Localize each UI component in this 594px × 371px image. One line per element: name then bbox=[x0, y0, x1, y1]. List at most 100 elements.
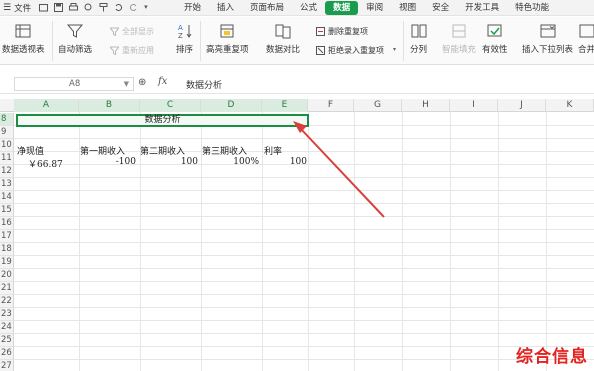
ribbon-tabs: 开始 插入 页面布局 公式 数据 审阅 视图 安全 开发工具 特色功能 bbox=[176, 0, 557, 16]
chevron-down-icon[interactable]: ▼ bbox=[124, 78, 129, 90]
cell-d10[interactable]: 第三期收入 bbox=[202, 144, 247, 157]
cell-b10[interactable]: 第一期收入 bbox=[80, 144, 125, 157]
pivot-table-button[interactable]: 数据透视表 bbox=[2, 23, 45, 55]
row-header-9[interactable]: 9 bbox=[0, 126, 14, 139]
save-icon[interactable] bbox=[54, 3, 64, 12]
cell-c11[interactable]: 100 bbox=[140, 157, 198, 167]
redo-icon[interactable] bbox=[129, 3, 138, 12]
autofilter-button[interactable]: 自动筛选 bbox=[58, 23, 92, 55]
grid-horizontal-line bbox=[14, 190, 594, 191]
column-header-k[interactable]: K bbox=[546, 99, 594, 112]
reject-duplicates-dropdown-icon[interactable]: ▾ bbox=[393, 46, 396, 53]
zoom-icon[interactable]: ⊕ bbox=[138, 77, 146, 88]
row-header-12[interactable]: 12 bbox=[0, 165, 14, 178]
formula-content[interactable]: 数据分析 bbox=[186, 78, 222, 91]
row-header-23[interactable]: 23 bbox=[0, 308, 14, 321]
tab-data[interactable]: 数据 bbox=[325, 1, 359, 15]
row-header-11[interactable]: 11 bbox=[0, 152, 14, 165]
sort-button[interactable]: AZ 排序 bbox=[176, 23, 193, 55]
column-header-f[interactable]: F bbox=[308, 99, 354, 112]
row-header-26[interactable]: 26 bbox=[0, 347, 14, 360]
row-header-24[interactable]: 24 bbox=[0, 321, 14, 334]
grid-horizontal-line bbox=[14, 229, 594, 230]
row-header-8[interactable]: 8 bbox=[0, 113, 14, 126]
row-header-20[interactable]: 20 bbox=[0, 269, 14, 282]
column-header-g[interactable]: G bbox=[354, 99, 402, 112]
data-compare-button[interactable]: 数据对比 bbox=[266, 23, 300, 55]
grid-horizontal-line bbox=[14, 177, 594, 178]
column-header-b[interactable]: B bbox=[79, 99, 140, 112]
tab-developer[interactable]: 开发工具 bbox=[457, 1, 507, 15]
row-header-19[interactable]: 19 bbox=[0, 256, 14, 269]
name-box[interactable]: A8 ▼ bbox=[14, 77, 134, 91]
row-header-13[interactable]: 13 bbox=[0, 178, 14, 191]
insert-dropdown-list-button[interactable]: 插入下拉列表 bbox=[522, 23, 573, 55]
tab-review[interactable]: 审阅 bbox=[358, 1, 391, 15]
column-header-d[interactable]: D bbox=[201, 99, 262, 112]
consolidate-icon bbox=[579, 24, 594, 38]
reject-duplicates-button[interactable]: 拒绝录入重复项 bbox=[316, 45, 384, 56]
cell-c10[interactable]: 第二期收入 bbox=[140, 144, 185, 157]
highlight-duplicates-button[interactable]: 高亮重复项 bbox=[206, 23, 249, 55]
row-header-14[interactable]: 14 bbox=[0, 191, 14, 204]
funnel-refresh-icon bbox=[110, 46, 119, 55]
row-header-18[interactable]: 18 bbox=[0, 243, 14, 256]
cell-a10[interactable]: 净现值 bbox=[17, 144, 44, 157]
split-column-button[interactable]: 分列 bbox=[410, 23, 427, 55]
reject-duplicates-icon bbox=[316, 46, 325, 55]
row-header-25[interactable]: 25 bbox=[0, 334, 14, 347]
column-header-j[interactable]: J bbox=[498, 99, 546, 112]
grid-horizontal-line bbox=[14, 346, 594, 347]
validity-button[interactable]: 有效性 bbox=[482, 23, 508, 55]
grid-horizontal-line bbox=[14, 216, 594, 217]
row-header-16[interactable]: 16 bbox=[0, 217, 14, 230]
row-header-17[interactable]: 17 bbox=[0, 230, 14, 243]
cell-d11[interactable]: 100% bbox=[200, 157, 259, 167]
row-header-22[interactable]: 22 bbox=[0, 295, 14, 308]
reapply-button[interactable]: 重新应用 bbox=[110, 45, 154, 56]
tab-home[interactable]: 开始 bbox=[176, 1, 209, 15]
format-painter-icon[interactable] bbox=[99, 3, 108, 12]
row-header-21[interactable]: 21 bbox=[0, 282, 14, 295]
tab-view[interactable]: 视图 bbox=[391, 1, 424, 15]
tab-insert[interactable]: 插入 bbox=[209, 1, 242, 15]
fx-icon[interactable]: fx bbox=[158, 76, 167, 87]
more-icon[interactable]: ▾ bbox=[144, 3, 153, 12]
split-column-icon bbox=[411, 24, 426, 38]
merged-title-cell[interactable]: 数据分析 bbox=[16, 114, 309, 127]
ribbon-separator bbox=[52, 21, 53, 61]
grid-horizontal-line bbox=[14, 255, 594, 256]
column-header-c[interactable]: C bbox=[140, 99, 201, 112]
show-all-button[interactable]: 全部显示 bbox=[110, 26, 154, 37]
cell-a11[interactable]: ￥66.87 bbox=[28, 157, 63, 170]
hamburger-icon[interactable]: ☰ bbox=[3, 3, 11, 13]
pivot-table-icon bbox=[15, 24, 31, 38]
file-menu[interactable]: 文件 bbox=[14, 2, 31, 14]
print-icon[interactable] bbox=[69, 3, 79, 12]
consolidate-button[interactable]: 合并 bbox=[578, 23, 594, 55]
undo-icon[interactable] bbox=[114, 3, 123, 12]
grid-horizontal-line bbox=[14, 138, 594, 139]
remove-duplicates-button[interactable]: 删除重复项 bbox=[316, 26, 368, 37]
row-header-27[interactable]: 27 bbox=[0, 360, 14, 371]
tab-page-layout[interactable]: 页面布局 bbox=[242, 1, 292, 15]
row-header-10[interactable]: 10 bbox=[0, 139, 14, 152]
print-preview-icon[interactable] bbox=[84, 3, 93, 12]
ribbon-separator bbox=[403, 21, 404, 61]
tab-special-features[interactable]: 特色功能 bbox=[507, 1, 557, 15]
open-icon[interactable] bbox=[39, 3, 49, 12]
column-header-e[interactable]: E bbox=[262, 99, 308, 112]
cell-e11[interactable]: 100 bbox=[262, 157, 307, 167]
cell-e10[interactable]: 利率 bbox=[264, 144, 282, 157]
column-header-a[interactable]: A bbox=[14, 99, 79, 112]
dropdown-list-icon bbox=[540, 24, 555, 38]
column-header-i[interactable]: I bbox=[450, 99, 498, 112]
cell-reference: A8 bbox=[69, 79, 81, 89]
smart-fill-button[interactable]: 智能填充 bbox=[442, 23, 476, 55]
column-header-h[interactable]: H bbox=[402, 99, 450, 112]
highlight-icon bbox=[220, 24, 234, 38]
tab-security[interactable]: 安全 bbox=[424, 1, 457, 15]
cell-b11[interactable]: -100 bbox=[78, 157, 136, 167]
tab-formulas[interactable]: 公式 bbox=[292, 1, 325, 15]
row-header-15[interactable]: 15 bbox=[0, 204, 14, 217]
